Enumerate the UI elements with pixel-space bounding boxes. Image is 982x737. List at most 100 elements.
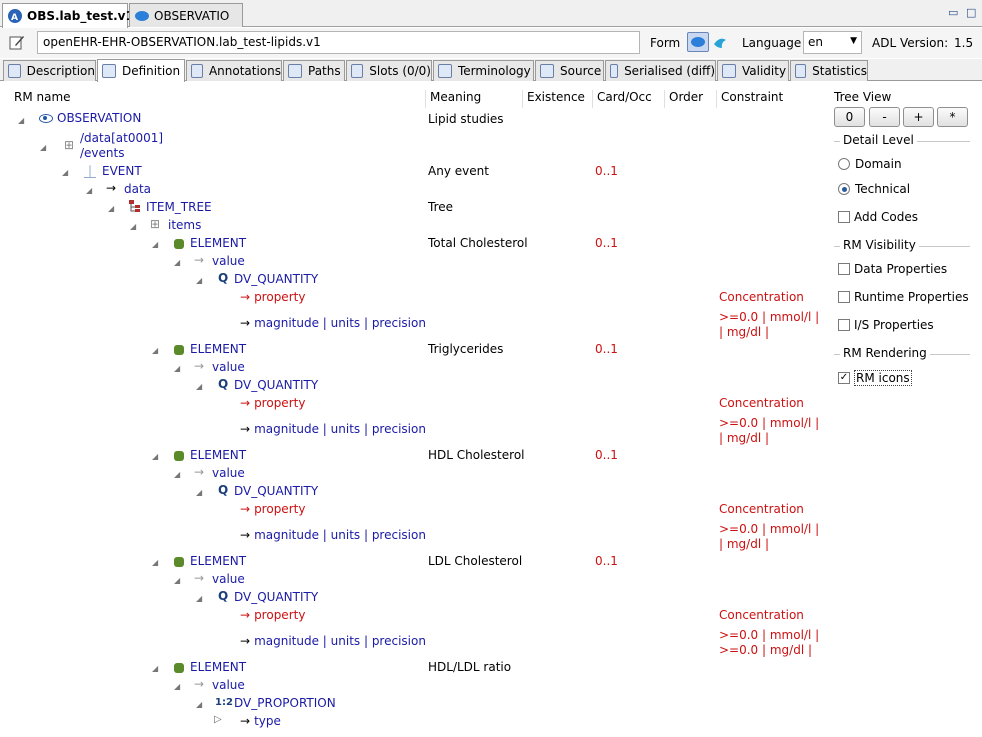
column-header-existence[interactable]: Existence xyxy=(523,90,593,108)
tree-node-magnitude[interactable]: → magnitude | units | precision xyxy=(240,634,426,648)
editor-tab-observation[interactable]: OBSERVATIO xyxy=(129,3,243,27)
tab-source[interactable]: Source xyxy=(535,60,604,81)
tree-node-data[interactable]: data xyxy=(124,182,151,196)
detail-technical-radio[interactable]: Technical xyxy=(838,182,910,196)
tree-node-type[interactable]: → type xyxy=(240,714,281,728)
tree-node-magnitude[interactable]: → magnitude | units | precision xyxy=(240,422,426,436)
column-header-card-occ[interactable]: Card/Occ xyxy=(593,90,665,108)
constraint-property: Concentration xyxy=(719,290,804,304)
expand-icon[interactable]: ◢ xyxy=(62,168,68,177)
tree-node-event[interactable]: EVENT xyxy=(102,164,142,178)
expand-icon[interactable]: ◢ xyxy=(86,186,92,195)
data-properties-checkbox[interactable]: Data Properties xyxy=(838,262,947,276)
tree-node-property[interactable]: → property xyxy=(240,290,305,304)
maximize-icon[interactable]: □ xyxy=(966,6,976,19)
tree-node-value[interactable]: value xyxy=(212,678,245,692)
tree-node-data-path[interactable]: /data[at0001] xyxy=(80,131,163,145)
tree-node-dv-quantity[interactable]: DV_QUANTITY xyxy=(234,590,318,604)
tree-view-expand-button[interactable]: + xyxy=(903,107,934,127)
tree-node-dv-quantity[interactable]: DV_QUANTITY xyxy=(234,272,318,286)
column-header-order[interactable]: Order xyxy=(665,90,717,108)
column-header-constraint[interactable]: Constraint xyxy=(717,90,817,108)
quantity-icon: Q xyxy=(218,589,229,603)
column-header-rm-name[interactable]: RM name xyxy=(10,90,426,108)
tree-node-dv-proportion[interactable]: DV_PROPORTION xyxy=(234,696,336,710)
tree-node-dv-quantity[interactable]: DV_QUANTITY xyxy=(234,378,318,392)
source-icon xyxy=(540,64,554,78)
archetype-id-field[interactable]: openEHR-EHR-OBSERVATION.lab_test-lipids.… xyxy=(37,31,640,54)
expand-icon[interactable]: ◢ xyxy=(174,258,180,267)
tree-node-element[interactable]: ELEMENT xyxy=(174,236,246,250)
expand-icon[interactable]: ◢ xyxy=(152,452,158,461)
tree-view-expand-all-button[interactable]: * xyxy=(937,107,968,127)
expand-icon[interactable]: ◢ xyxy=(196,382,202,391)
expand-icon[interactable]: ◢ xyxy=(196,700,202,709)
expand-icon[interactable]: ◢ xyxy=(152,558,158,567)
is-properties-checkbox[interactable]: I/S Properties xyxy=(838,318,934,332)
tree-node-events[interactable]: /events xyxy=(80,146,124,160)
expand-icon[interactable]: ◢ xyxy=(40,143,46,152)
tree-node-property[interactable]: → property xyxy=(240,502,305,516)
tree-node-magnitude[interactable]: → magnitude | units | precision xyxy=(240,316,426,330)
expand-icon[interactable]: ◢ xyxy=(108,204,114,213)
expand-icon[interactable]: ◢ xyxy=(196,488,202,497)
tab-slots[interactable]: Slots (0/0) xyxy=(346,60,432,81)
tree-node-value[interactable]: value xyxy=(212,254,245,268)
form-view-toggle[interactable] xyxy=(687,32,709,52)
occurrence-element: 0..1 xyxy=(595,342,618,356)
column-header-meaning[interactable]: Meaning xyxy=(426,90,523,108)
element-icon xyxy=(174,238,184,249)
minimize-icon[interactable]: ▭ xyxy=(948,6,958,19)
tree-node-value[interactable]: value xyxy=(212,466,245,480)
form-view-icon[interactable] xyxy=(712,34,728,53)
tab-paths[interactable]: Paths xyxy=(283,60,345,81)
tab-serialised-diff[interactable]: Serialised (diff) xyxy=(605,60,716,81)
radio-selected-icon xyxy=(838,183,850,195)
detail-domain-radio[interactable]: Domain xyxy=(838,157,902,171)
arrow-icon: → xyxy=(106,181,117,195)
tree-node-element[interactable]: ELEMENT xyxy=(174,448,246,462)
editor-tab-obs-lab-test[interactable]: A OBS.lab_test.v1 ⊠ xyxy=(2,3,147,28)
tab-definition[interactable]: Definition xyxy=(97,59,185,82)
edit-icon[interactable] xyxy=(9,34,25,53)
expand-icon[interactable]: ◢ xyxy=(174,470,180,479)
expand-icon[interactable]: ◢ xyxy=(130,222,136,231)
tree-node-property[interactable]: → property xyxy=(240,396,305,410)
expand-icon[interactable]: ◢ xyxy=(152,240,158,249)
tree-node-dv-quantity[interactable]: DV_QUANTITY xyxy=(234,484,318,498)
tree-node-element[interactable]: ELEMENT xyxy=(174,660,246,674)
tree-node-element[interactable]: ELEMENT xyxy=(174,554,246,568)
runtime-properties-checkbox[interactable]: Runtime Properties xyxy=(838,290,969,304)
tab-validity[interactable]: Validity xyxy=(717,60,789,81)
rm-icons-checkbox[interactable]: ✓ RM icons xyxy=(838,370,912,386)
paths-icon xyxy=(288,64,302,78)
expand-icon[interactable]: ◢ xyxy=(152,346,158,355)
expand-icon[interactable]: ◢ xyxy=(196,276,202,285)
tab-statistics[interactable]: Statistics xyxy=(790,60,868,81)
tree-view-collapse-all-button[interactable]: 0 xyxy=(834,107,865,127)
expand-icon[interactable]: ◢ xyxy=(174,682,180,691)
expand-icon[interactable]: ◢ xyxy=(174,364,180,373)
tab-annotations[interactable]: Annotations xyxy=(186,60,282,81)
expand-icon[interactable]: ◢ xyxy=(18,116,24,125)
tree-view-collapse-button[interactable]: - xyxy=(869,107,900,127)
tree-node-value[interactable]: value xyxy=(212,572,245,586)
expand-icon[interactable]: ◢ xyxy=(196,594,202,603)
tree-node-item-tree[interactable]: ITEM_TREE xyxy=(146,200,212,214)
tree-node-element[interactable]: ELEMENT xyxy=(174,342,246,356)
constraint-magnitude-line1: >=0.0 | mmol/l | xyxy=(719,522,820,536)
expand-icon[interactable]: ◢ xyxy=(174,576,180,585)
tree-node-items[interactable]: items xyxy=(168,218,201,232)
language-select[interactable]: en ▼ xyxy=(803,31,862,54)
add-codes-checkbox[interactable]: Add Codes xyxy=(838,210,918,224)
tree-node-value[interactable]: value xyxy=(212,360,245,374)
tree-node-magnitude[interactable]: → magnitude | units | precision xyxy=(240,528,426,542)
collapsed-icon[interactable]: ▷ xyxy=(214,714,222,725)
expand-icon[interactable]: ◢ xyxy=(152,664,158,673)
observation-eye-icon xyxy=(39,114,53,123)
tab-terminology[interactable]: Terminology xyxy=(433,60,534,81)
tab-description[interactable]: Description xyxy=(3,60,96,81)
tree-node-observation[interactable]: OBSERVATION xyxy=(39,111,141,125)
path-node-icon: ⊞ xyxy=(64,138,75,152)
tree-node-property[interactable]: → property xyxy=(240,608,305,622)
